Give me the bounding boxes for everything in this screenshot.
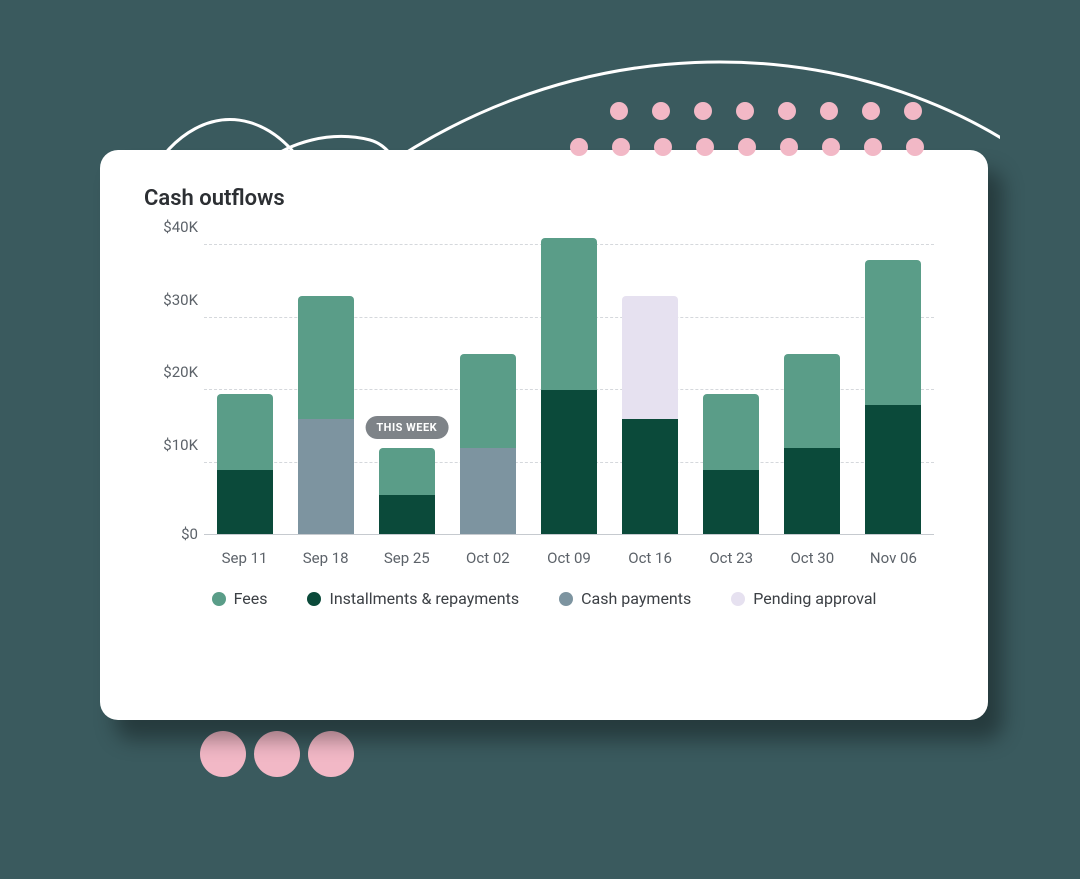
legend-item[interactable]: Pending approval bbox=[731, 589, 876, 608]
y-tick: $10K bbox=[144, 436, 198, 454]
baseline bbox=[204, 534, 934, 535]
chart: $0$10K$20K$30K$40K THIS WEEK Sep 11Sep 1… bbox=[144, 245, 944, 692]
bar-segment bbox=[784, 448, 840, 535]
y-tick: $30K bbox=[144, 291, 198, 309]
legend-swatch bbox=[559, 592, 573, 606]
bar-column[interactable] bbox=[298, 296, 354, 535]
bar-segment bbox=[703, 394, 759, 470]
bar-segment bbox=[217, 470, 273, 535]
bar-column[interactable] bbox=[460, 354, 516, 535]
legend-swatch bbox=[212, 592, 226, 606]
y-tick: $0 bbox=[144, 525, 198, 543]
legend-label: Cash payments bbox=[581, 589, 691, 608]
legend-swatch bbox=[731, 592, 745, 606]
bar-segment bbox=[865, 405, 921, 536]
bar-segment bbox=[298, 296, 354, 419]
bar-segment bbox=[379, 448, 435, 495]
legend-item[interactable]: Fees bbox=[212, 589, 268, 608]
bar-segment bbox=[460, 448, 516, 535]
x-tick: Oct 02 bbox=[460, 549, 516, 567]
bar-segment bbox=[460, 354, 516, 448]
bar-column[interactable] bbox=[865, 260, 921, 536]
x-tick: Oct 16 bbox=[622, 549, 678, 567]
bars: THIS WEEK bbox=[204, 245, 934, 535]
y-tick: $20K bbox=[144, 363, 198, 381]
bar-segment bbox=[784, 354, 840, 448]
legend-label: Installments & repayments bbox=[329, 589, 519, 608]
x-axis: Sep 11 Sep 18 Sep 25 Oct 02 Oct 09 Oct 16 Oct … bbox=[204, 549, 934, 567]
y-tick: $40K bbox=[144, 218, 198, 236]
x-tick: Oct 30 bbox=[784, 549, 840, 567]
decorative-dots-row-1 bbox=[610, 102, 922, 120]
bar-column[interactable] bbox=[703, 394, 759, 535]
cash-outflows-card: Cash outflows $0$10K$20K$30K$40K THIS WE… bbox=[100, 150, 988, 720]
legend-label: Fees bbox=[234, 589, 268, 608]
legend: Fees Installments & repayments Cash paymen… bbox=[144, 589, 944, 608]
bar-column[interactable] bbox=[541, 238, 597, 535]
x-tick: Nov 06 bbox=[865, 549, 921, 567]
this-week-badge: THIS WEEK bbox=[365, 416, 448, 439]
bar-column[interactable]: THIS WEEK bbox=[379, 448, 435, 535]
bar-column[interactable] bbox=[622, 296, 678, 535]
legend-item[interactable]: Cash payments bbox=[559, 589, 691, 608]
bar-segment bbox=[217, 394, 273, 470]
bar-segment bbox=[298, 419, 354, 535]
legend-swatch bbox=[307, 592, 321, 606]
x-tick: Sep 25 bbox=[379, 549, 435, 567]
bar-column[interactable] bbox=[217, 394, 273, 535]
legend-item[interactable]: Installments & repayments bbox=[307, 589, 519, 608]
bar-segment bbox=[379, 495, 435, 535]
plot-area: $0$10K$20K$30K$40K THIS WEEK bbox=[204, 245, 934, 535]
legend-label: Pending approval bbox=[753, 589, 876, 608]
bar-segment bbox=[622, 419, 678, 535]
x-tick: Oct 09 bbox=[541, 549, 597, 567]
bar-segment bbox=[541, 238, 597, 390]
x-tick: Oct 23 bbox=[703, 549, 759, 567]
bar-segment bbox=[703, 470, 759, 535]
bar-segment bbox=[622, 296, 678, 419]
x-tick: Sep 18 bbox=[298, 549, 354, 567]
x-tick: Sep 11 bbox=[217, 549, 273, 567]
bar-column[interactable] bbox=[784, 354, 840, 535]
card-title: Cash outflows bbox=[144, 186, 944, 211]
bar-segment bbox=[541, 390, 597, 535]
bar-segment bbox=[865, 260, 921, 405]
